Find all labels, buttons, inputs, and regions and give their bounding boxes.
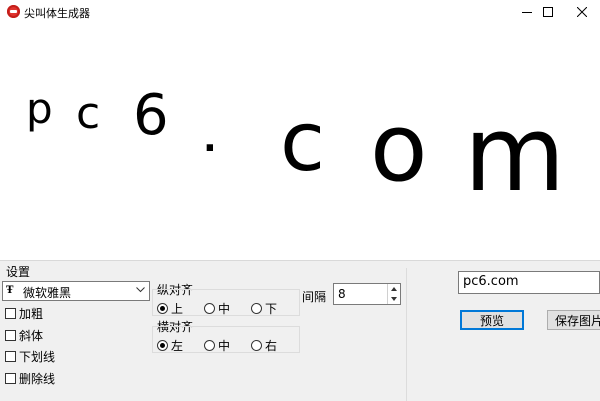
radio-button[interactable] <box>251 303 262 314</box>
checkbox-box[interactable] <box>5 308 16 319</box>
radio-label: 上 <box>171 302 184 316</box>
vertical-align-top[interactable]: 上 <box>157 300 183 317</box>
app-icon <box>7 5 20 18</box>
radio-label: 左 <box>171 339 184 353</box>
bold-label: 加粗 <box>19 307 44 321</box>
preview-glyph: m <box>464 93 566 215</box>
close-button[interactable] <box>562 0 600 24</box>
arrow-down-icon <box>391 297 397 301</box>
radio-button[interactable] <box>251 340 262 351</box>
horizontal-align-center[interactable]: 中 <box>204 337 230 354</box>
stepper-buttons <box>387 284 400 304</box>
bold-checkbox[interactable]: 加粗 <box>5 305 43 322</box>
underline-label: 下划线 <box>19 350 56 364</box>
window-title: 尖叫体生成器 <box>24 7 90 20</box>
preview-glyph: p <box>26 84 53 133</box>
spacing-stepper[interactable]: 8 <box>333 283 401 305</box>
checkbox-box[interactable] <box>5 330 16 341</box>
checkbox-box[interactable] <box>5 351 16 362</box>
settings-label: 设置 <box>6 265 31 279</box>
radio-label: 下 <box>265 302 278 316</box>
spacing-value[interactable]: 8 <box>338 287 346 301</box>
radio-label: 中 <box>218 339 231 353</box>
strikethrough-label: 删除线 <box>19 372 56 386</box>
title-bar: 尖叫体生成器 <box>0 0 600 24</box>
horizontal-align-left[interactable]: 左 <box>157 337 183 354</box>
preview-glyph: 6 <box>133 83 169 148</box>
italic-checkbox[interactable]: 斜体 <box>5 327 43 344</box>
preview-canvas: p c 6 . c o m <box>0 24 600 261</box>
preview-button[interactable]: 预览 <box>460 310 524 330</box>
close-icon <box>577 7 587 17</box>
vertical-align-bottom[interactable]: 下 <box>251 300 277 317</box>
checkbox-box[interactable] <box>5 373 16 384</box>
chevron-down-icon <box>136 287 145 293</box>
font-select-value: 微软雅黑 <box>23 286 72 300</box>
stepper-down-button[interactable] <box>388 294 400 304</box>
preview-glyph: c <box>280 95 326 190</box>
font-icon: Ŧ <box>6 285 14 296</box>
radio-button[interactable] <box>204 303 215 314</box>
text-input-box[interactable] <box>458 271 600 294</box>
italic-label: 斜体 <box>19 329 44 343</box>
vertical-align-middle[interactable]: 中 <box>204 300 230 317</box>
radio-button[interactable] <box>157 303 168 314</box>
preview-glyph: c <box>76 88 101 139</box>
radio-label: 中 <box>218 302 231 316</box>
radio-label: 右 <box>265 339 278 353</box>
horizontal-align-right[interactable]: 右 <box>251 337 277 354</box>
radio-button[interactable] <box>157 340 168 351</box>
stepper-up-button[interactable] <box>388 284 400 294</box>
panel-divider <box>406 268 407 401</box>
preview-glyph: . <box>203 119 217 160</box>
underline-checkbox[interactable]: 下划线 <box>5 348 55 365</box>
maximize-icon <box>543 7 553 17</box>
font-select[interactable]: Ŧ 微软雅黑 <box>2 281 150 301</box>
strikethrough-checkbox[interactable]: 删除线 <box>5 370 55 387</box>
radio-button[interactable] <box>204 340 215 351</box>
arrow-up-icon <box>391 287 397 291</box>
text-input[interactable] <box>463 274 593 289</box>
save-image-button[interactable]: 保存图片 <box>547 310 600 330</box>
spacing-label: 间隔 <box>302 290 327 304</box>
preview-glyph: o <box>370 94 428 203</box>
